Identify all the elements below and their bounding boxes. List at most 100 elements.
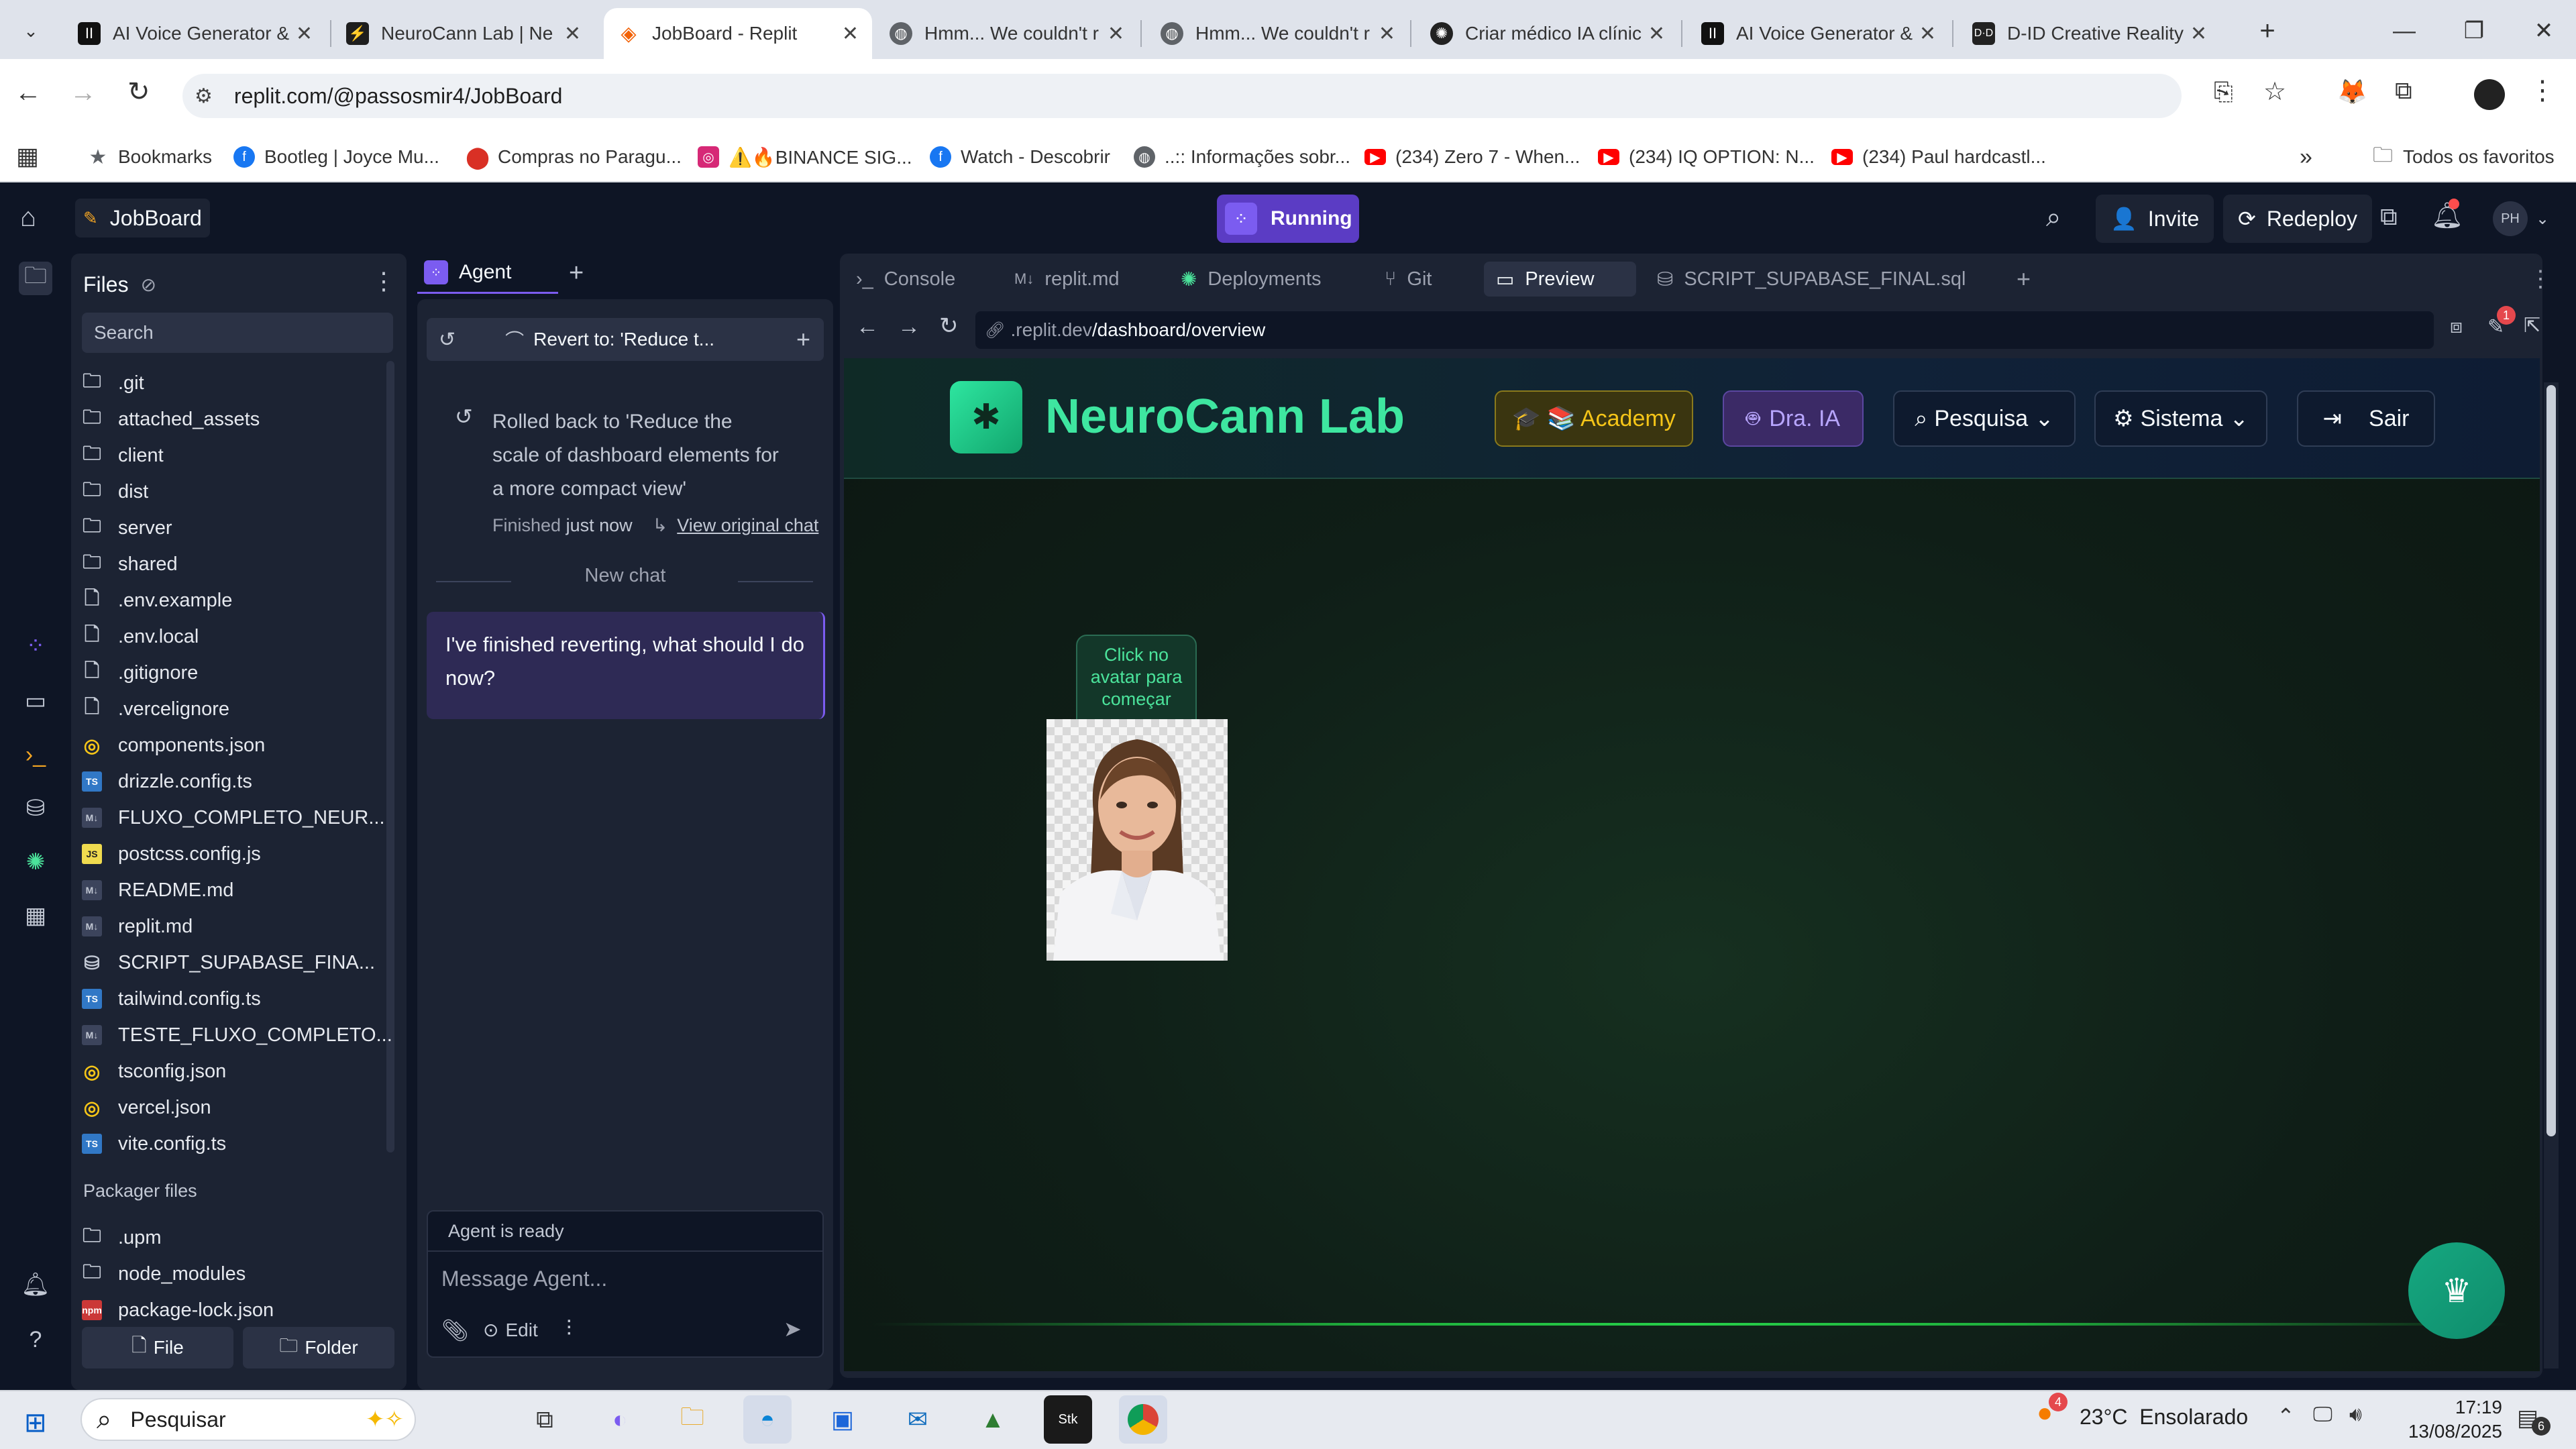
tab-git[interactable]: ⑂ Git — [1385, 262, 1432, 297]
app-icon[interactable]: ▲ — [969, 1395, 1017, 1444]
all-tools-icon[interactable]: ▦ — [19, 899, 52, 932]
windows-start-icon[interactable]: ⊞ — [24, 1407, 47, 1438]
file-tree-item[interactable]: ◎ tsconfig.json — [82, 1053, 226, 1089]
alerts-icon[interactable]: 🔔︎ — [19, 1268, 52, 1301]
back-icon[interactable]: ← — [15, 78, 42, 108]
file-tree-item[interactable]: 🗋 .gitignore — [82, 655, 199, 691]
stake-icon[interactable]: Stk — [1044, 1395, 1092, 1444]
help-icon[interactable]: ? — [19, 1323, 52, 1356]
preview-tool-icon[interactable]: ▭ — [19, 684, 52, 718]
sistema-menu[interactable]: ⚙ Sistema ⌄ — [2094, 390, 2267, 447]
file-tree-item[interactable]: 🗀 node_modules — [82, 1256, 246, 1292]
project-title[interactable]: ✎ JobBoard — [75, 199, 210, 237]
files-menu-icon[interactable]: ⋮ — [372, 267, 396, 295]
forward-icon[interactable]: → — [70, 78, 97, 108]
pane-menu-icon[interactable]: ⋮ — [2529, 262, 2552, 297]
file-tree-item[interactable]: ◎ components.json — [82, 727, 265, 763]
search-icon[interactable]: ⌕ — [2046, 203, 2061, 233]
tab-console[interactable]: ›_ Console — [856, 262, 955, 297]
avatar[interactable]: PH — [2493, 201, 2528, 236]
academy-button[interactable]: 🎓 📚 Academy — [1495, 390, 1693, 447]
file-tree-item[interactable]: 🗀 client — [82, 437, 164, 474]
tab-preview[interactable]: ▭ Preview — [1484, 262, 1636, 297]
reload-icon[interactable]: ↻ — [127, 76, 150, 107]
tab-replit-md[interactable]: M↓ replit.md — [1014, 262, 1120, 297]
bookmark-item[interactable]: f Watch - Descobrir — [930, 138, 1110, 176]
chrome-icon[interactable] — [1119, 1395, 1167, 1444]
file-tree-item[interactable]: 🗋 .vercelignore — [82, 691, 229, 727]
invite-button[interactable]: 👤 Invite — [2096, 195, 2214, 243]
browser-tab[interactable]: II AI Voice Generator & ✕ — [1688, 8, 1949, 59]
task-view-icon[interactable]: ⧉ — [521, 1395, 569, 1444]
bookmark-item[interactable]: ◍..:: Informações sobr... — [1134, 138, 1350, 176]
install-app-icon[interactable]: ⎘ — [2214, 78, 2233, 107]
bookmarks-overflow-icon[interactable]: » — [2300, 138, 2312, 176]
tray-chevron-icon[interactable]: ⌃ — [2277, 1403, 2295, 1429]
file-tree-item[interactable]: 🗀 dist — [82, 474, 148, 510]
message-agent-input[interactable]: Message Agent... — [441, 1267, 817, 1307]
file-tree-item[interactable]: M↓ FLUXO_COMPLETO_NEUR... — [82, 800, 385, 836]
browser-tab[interactable]: ◍ Hmm... We couldn't r ✕ — [1147, 8, 1409, 59]
preview-back-icon[interactable]: ← — [856, 314, 879, 340]
deployments-tool-icon[interactable]: ✺ — [19, 845, 52, 879]
restore-icon[interactable]: ❐ — [2455, 12, 2493, 50]
file-tree-item[interactable]: 🗀 attached_assets — [82, 401, 260, 437]
file-tree-item[interactable]: 🗀 .git — [82, 365, 144, 401]
preview-url-field[interactable]: 🔗︎ .replit.dev/dashboard/overview — [975, 311, 2434, 349]
close-icon[interactable]: ✕ — [1648, 22, 1665, 46]
tab-deployments[interactable]: ✺ Deployments — [1181, 262, 1322, 297]
copilot-icon[interactable]: ◐ — [596, 1395, 644, 1444]
network-icon[interactable]: 🖵︎ — [2313, 1403, 2332, 1426]
add-tab-icon[interactable]: + — [569, 259, 584, 288]
bookmark-star-icon[interactable]: ☆ — [2263, 76, 2286, 107]
bookmark-item[interactable]: ▶ (234) Zero 7 - When... — [1364, 138, 1580, 176]
windows-icon[interactable]: ⧉ — [2380, 203, 2398, 231]
pesquisa-menu[interactable]: ⌕ Pesquisa ⌄ — [1893, 390, 2076, 447]
close-icon[interactable]: ✕ — [1919, 22, 1936, 46]
file-explorer-icon[interactable]: 🗀 — [668, 1395, 716, 1444]
home-icon[interactable]: ⌂ — [20, 203, 36, 233]
bookmark-item[interactable]: ▶ (234) IQ OPTION: N... — [1598, 138, 1815, 176]
minimize-icon[interactable]: — — [2385, 12, 2423, 50]
revert-button[interactable]: Revert to: 'Reduce t... — [533, 329, 714, 350]
close-icon[interactable]: ✕ — [842, 22, 859, 46]
close-icon[interactable]: ✕ — [2190, 22, 2207, 46]
agent-tool-icon[interactable]: ⁘ — [19, 629, 52, 663]
all-bookmarks[interactable]: 🗀 Todos os favoritos — [2372, 138, 2555, 176]
file-tree-item[interactable]: TS tailwind.config.ts — [82, 981, 261, 1017]
history-icon[interactable]: ↺ — [439, 328, 455, 352]
outlook-icon[interactable]: ✉ — [894, 1395, 942, 1444]
preview-reload-icon[interactable]: ↻ — [939, 313, 959, 339]
floating-crown-button[interactable]: ♛ — [2408, 1242, 2505, 1339]
browser-tab-active[interactable]: ◈ JobBoard - Replit ✕ — [604, 8, 872, 59]
redeploy-button[interactable]: ⟳ Redeploy — [2223, 195, 2373, 243]
file-tree-item[interactable]: 🗀 .upm — [82, 1220, 162, 1256]
new-folder-button[interactable]: 🗀 Folder — [243, 1327, 394, 1368]
dra-ia-button[interactable]: 🤖︎ Dra. IA — [1723, 390, 1864, 447]
settings-sliders-icon[interactable]: ⫶ — [566, 1316, 572, 1342]
edit-button[interactable]: ⊙ Edit — [483, 1319, 538, 1341]
bookmark-item[interactable]: ▶ (234) Paul hardcastl... — [1831, 138, 2046, 176]
file-tree-item[interactable]: M↓ replit.md — [82, 908, 193, 945]
file-tree-item[interactable]: M↓ TESTE_FLUXO_COMPLETO... — [82, 1017, 392, 1053]
clock[interactable]: 17:19 13/08/2025 — [2402, 1395, 2502, 1444]
extensions-icon[interactable]: ⧉ — [2395, 76, 2412, 105]
devices-icon[interactable]: ⧈ — [2450, 315, 2463, 338]
tab-sql[interactable]: ⛁ SCRIPT_SUPABASE_FINAL.sql — [1657, 262, 1966, 297]
doctor-avatar-image[interactable] — [1046, 719, 1228, 961]
file-tree-item[interactable]: npm package-lock.json — [82, 1292, 274, 1328]
file-tree-item[interactable]: 🗋 .env.example — [82, 582, 233, 619]
bookmark-item[interactable]: ◎ ⚠️🔥BINANCE SIG... — [698, 138, 912, 176]
add-pane-tab-icon[interactable]: + — [2017, 262, 2031, 297]
preview-forward-icon[interactable]: → — [898, 314, 920, 340]
close-icon[interactable]: ✕ — [564, 22, 581, 46]
new-tab-button[interactable]: + — [2249, 12, 2286, 50]
database-tool-icon[interactable]: ⛁ — [19, 792, 52, 825]
close-icon[interactable]: ✕ — [1379, 22, 1395, 46]
file-history-icon[interactable]: ⊘ — [141, 274, 156, 296]
preview-scrollbar-track[interactable] — [2544, 382, 2559, 1368]
search-input[interactable]: Search — [82, 313, 393, 353]
new-chat-icon[interactable]: + — [796, 325, 810, 354]
sair-button[interactable]: ⇥ Sair — [2297, 390, 2435, 447]
bookmark-item[interactable]: ★ Bookmarks — [87, 138, 213, 176]
